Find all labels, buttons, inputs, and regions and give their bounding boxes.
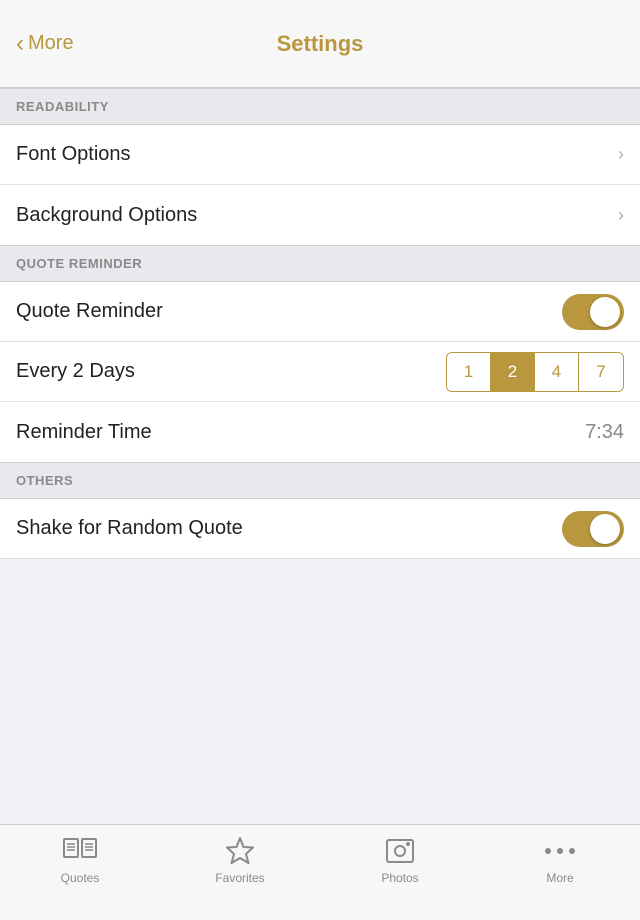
reminder-time-value: 7:34 bbox=[585, 421, 624, 444]
shake-toggle-thumb bbox=[590, 514, 620, 544]
more-icon bbox=[542, 835, 578, 867]
background-options-chevron-container: › bbox=[618, 205, 624, 226]
days-option-4[interactable]: 4 bbox=[535, 353, 579, 391]
tab-photos-label: Photos bbox=[381, 871, 418, 885]
tab-quotes[interactable]: Quotes bbox=[0, 835, 160, 885]
photo-icon bbox=[382, 835, 418, 867]
every-days-row: Every 2 Days 1 2 4 7 bbox=[0, 342, 640, 402]
back-chevron-icon: ‹ bbox=[16, 30, 24, 58]
toggle-thumb bbox=[590, 297, 620, 327]
tab-more[interactable]: More bbox=[480, 835, 640, 885]
font-options-label: Font Options bbox=[16, 143, 131, 166]
back-button[interactable]: ‹ More bbox=[16, 30, 74, 58]
quote-reminder-toggle[interactable] bbox=[562, 294, 624, 330]
star-icon bbox=[222, 835, 258, 867]
others-section: Shake for Random Quote bbox=[0, 499, 640, 559]
background-options-label: Background Options bbox=[16, 204, 197, 227]
navigation-bar: ‹ More Settings bbox=[0, 0, 640, 88]
reminder-time-row[interactable]: Reminder Time 7:34 bbox=[0, 402, 640, 462]
shake-random-toggle[interactable] bbox=[562, 511, 624, 547]
readability-section-header: READABILITY bbox=[0, 88, 640, 125]
every-days-label: Every 2 Days bbox=[16, 360, 135, 383]
font-options-chevron-container: › bbox=[618, 144, 624, 165]
quote-reminder-section: Quote Reminder Every 2 Days 1 2 4 7 Remi… bbox=[0, 282, 640, 462]
shake-random-label: Shake for Random Quote bbox=[16, 517, 243, 540]
quote-reminder-label: Quote Reminder bbox=[16, 300, 163, 323]
days-option-1[interactable]: 1 bbox=[447, 353, 491, 391]
readability-section: Font Options › Background Options › bbox=[0, 125, 640, 245]
quote-reminder-row: Quote Reminder bbox=[0, 282, 640, 342]
reminder-time-label: Reminder Time bbox=[16, 421, 152, 444]
quote-reminder-section-header: QUOTE REMINDER bbox=[0, 245, 640, 282]
chevron-right-icon-2: › bbox=[618, 205, 624, 226]
back-label: More bbox=[28, 32, 74, 55]
days-option-2[interactable]: 2 bbox=[491, 353, 535, 391]
chevron-right-icon: › bbox=[618, 144, 624, 165]
page-title: Settings bbox=[277, 31, 364, 57]
days-option-7[interactable]: 7 bbox=[579, 353, 623, 391]
tab-favorites-label: Favorites bbox=[215, 871, 264, 885]
tab-photos[interactable]: Photos bbox=[320, 835, 480, 885]
tab-quotes-label: Quotes bbox=[61, 871, 100, 885]
tab-bar: Quotes Favorites Photos Mo bbox=[0, 824, 640, 920]
days-segmented-control: 1 2 4 7 bbox=[446, 352, 624, 392]
shake-random-row: Shake for Random Quote bbox=[0, 499, 640, 559]
others-section-header: OTHERS bbox=[0, 462, 640, 499]
font-options-row[interactable]: Font Options › bbox=[0, 125, 640, 185]
background-options-row[interactable]: Background Options › bbox=[0, 185, 640, 245]
book-icon bbox=[62, 835, 98, 867]
tab-more-label: More bbox=[546, 871, 573, 885]
tab-favorites[interactable]: Favorites bbox=[160, 835, 320, 885]
